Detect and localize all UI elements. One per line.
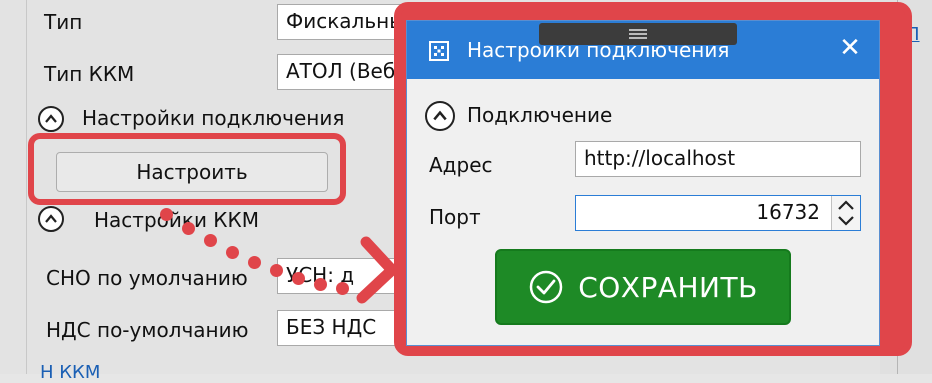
collapse-kkm-button[interactable] bbox=[38, 206, 64, 232]
save-button-label: СОХРАНИТЬ bbox=[578, 270, 758, 304]
arrow-head-icon bbox=[356, 236, 398, 304]
panel-divider bbox=[26, 0, 27, 374]
type-label: Тип bbox=[44, 10, 83, 34]
section-title: Подключение bbox=[467, 103, 613, 127]
chevron-up-icon bbox=[45, 114, 57, 123]
drag-handle[interactable] bbox=[539, 23, 737, 45]
chevron-up-icon bbox=[45, 214, 57, 223]
port-stepper[interactable]: 16732 bbox=[575, 195, 861, 231]
kkm-section-title: Настройки ККМ bbox=[94, 208, 259, 232]
up-down-arrow-icon bbox=[838, 200, 854, 226]
app-icon bbox=[429, 41, 449, 61]
bottom-link[interactable]: Н ККМ bbox=[40, 362, 100, 383]
save-button[interactable]: СОХРАНИТЬ bbox=[495, 249, 791, 325]
chevron-up-icon bbox=[433, 110, 447, 121]
port-value: 16732 bbox=[756, 200, 820, 224]
address-input[interactable]: http://localhost bbox=[575, 141, 861, 177]
kkm-type-label: Тип ККМ bbox=[44, 62, 135, 86]
close-icon[interactable]: ✕ bbox=[835, 33, 865, 63]
nds-label: НДС по-умолчанию bbox=[46, 318, 249, 342]
spin-buttons[interactable] bbox=[831, 196, 860, 230]
check-circle-icon bbox=[529, 270, 563, 304]
dialog-titlebar[interactable]: Настройки подключения ✕ bbox=[407, 21, 879, 79]
connection-section-title: Настройки подключения bbox=[82, 106, 345, 130]
nds-select[interactable]: БЕЗ НДС bbox=[277, 310, 397, 346]
address-label: Адрес bbox=[429, 153, 493, 177]
sno-label: СНО по умолчанию bbox=[46, 266, 248, 290]
collapse-section-button[interactable] bbox=[425, 101, 455, 131]
highlight-frame bbox=[28, 133, 346, 205]
port-label: Порт bbox=[429, 205, 481, 229]
connection-dialog: Настройки подключения ✕ Подключение Адре… bbox=[406, 20, 880, 346]
collapse-connection-button[interactable] bbox=[38, 106, 64, 132]
